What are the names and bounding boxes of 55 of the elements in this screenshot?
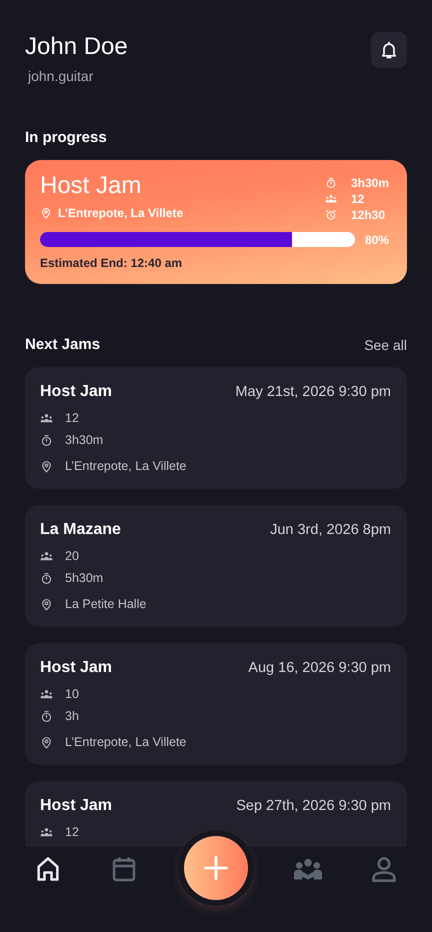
user-name: John Doe — [25, 32, 128, 62]
jam-card[interactable]: Host Jam May 21st, 2026 9:30 pm 12 3h30m L’Entrepote, La Villete — [25, 367, 407, 489]
calendar-icon — [110, 855, 138, 883]
in-progress-card[interactable]: Host Jam L’Entrepote, La Villete 3h30m 12 12h30 80% Estimated End: 12:40 am — [25, 160, 407, 284]
see-all-link[interactable]: See all — [364, 336, 407, 352]
alarm-clock-icon — [324, 209, 337, 221]
people-icon — [324, 193, 337, 205]
jam-date: May 21st, 2026 9:30 pm — [235, 384, 391, 400]
jam-title: Host Jam — [40, 659, 112, 677]
jam-card[interactable]: Host Jam Sep 27th, 2026 9:30 pm 12 — [25, 781, 407, 847]
person-icon — [370, 855, 398, 883]
section-heading: In progress — [25, 129, 108, 146]
jam-card[interactable]: Host Jam Aug 16, 2026 9:30 pm 10 3h L’Entrepote, La Villete — [25, 643, 407, 765]
add-button[interactable] — [184, 836, 248, 900]
detail-text: La Petite Halle — [65, 597, 146, 611]
people-icon — [40, 688, 53, 700]
stat-value: 12h30 — [350, 208, 386, 222]
user-handle: john.guitar — [28, 68, 94, 84]
detail-text: L’Entrepote, La Villete — [65, 459, 186, 473]
detail-text: 3h — [65, 709, 79, 723]
jam-date: Aug 16, 2026 9:30 pm — [248, 660, 391, 676]
detail-text: L’Entrepote, La Villete — [65, 735, 186, 749]
location-pin-icon — [40, 598, 53, 610]
detail-text: 3h30m — [65, 433, 104, 447]
location-pin-icon — [40, 460, 53, 472]
jam-date: Sep 27th, 2026 9:30 pm — [236, 798, 391, 814]
progress-percent: 80% — [365, 232, 390, 246]
location-pin-icon — [40, 207, 52, 219]
detail-text: 12 — [65, 411, 79, 425]
jam-title: La Mazane — [40, 521, 121, 539]
stopwatch-icon — [324, 177, 337, 189]
people-icon — [40, 826, 53, 838]
stopwatch-icon — [40, 434, 53, 446]
location-text: L’Entrepote, La Villete — [58, 206, 184, 220]
section-heading: Next Jams — [25, 336, 100, 353]
jam-title: Host Jam — [40, 383, 112, 401]
people-icon — [40, 550, 53, 562]
jam-title: Host Jam — [40, 172, 142, 200]
plus-icon — [202, 854, 230, 882]
detail-text: 20 — [65, 549, 79, 563]
detail-text: 12 — [65, 825, 79, 839]
notifications-button[interactable] — [371, 32, 407, 68]
bell-icon — [379, 40, 399, 60]
stopwatch-icon — [40, 710, 53, 722]
detail-text: 10 — [65, 687, 79, 701]
stopwatch-icon — [40, 572, 53, 584]
jam-title: Host Jam — [40, 797, 112, 815]
detail-text: 5h30m — [65, 571, 104, 585]
estimated-end: Estimated End: 12:40 am — [40, 256, 184, 270]
jam-card[interactable]: La Mazane Jun 3rd, 2026 8pm 20 5h30m La Petite Halle — [25, 505, 407, 627]
stat-value: 12 — [350, 192, 366, 206]
stat-value: 3h30m — [350, 176, 389, 190]
jam-date: Jun 3rd, 2026 8pm — [270, 522, 391, 538]
location-pin-icon — [40, 736, 53, 748]
people-icon — [40, 412, 53, 424]
